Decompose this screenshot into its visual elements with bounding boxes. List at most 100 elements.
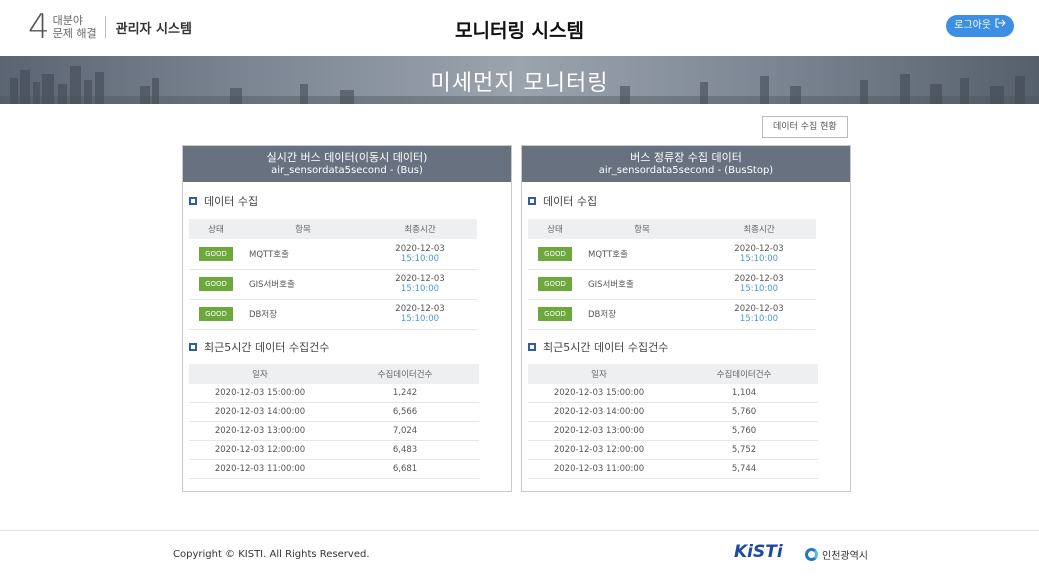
count-cell: 5,760	[670, 421, 818, 441]
count-cell: 5,760	[670, 402, 818, 422]
table-row: 2020-12-03 13:00:00 7,024	[189, 421, 479, 441]
bus-stop-data-panel: 버스 정류장 수집 데이터 air_sensordata5second - (B…	[521, 145, 851, 492]
good-status-badge: GOOD	[538, 246, 572, 261]
date-text: 2020-12-03	[395, 304, 445, 314]
date-cell: 2020-12-03 14:00:00	[189, 402, 331, 422]
count-table: 일자 수집데이터건수 2020-12-03 15:00:00 1,104 2020…	[528, 363, 818, 479]
time-cell: 2020-12-03 15:10:00	[363, 239, 477, 270]
column-header: 상태	[528, 219, 582, 239]
banner-title: 미세먼지 모니터링	[430, 71, 609, 96]
section-title: 최근5시간 데이터 수집건수	[204, 340, 330, 354]
item-cell: MQTT호출	[243, 239, 363, 270]
item-cell: GIS서버호출	[243, 269, 363, 300]
section-square-icon	[528, 197, 536, 205]
collect-table: 상태 항목 최종시간 GOOD MQTT호출 2020-12-03 15:10:0…	[528, 219, 816, 330]
count-cell: 6,483	[331, 440, 479, 460]
table-row: 2020-12-03 11:00:00 6,681	[189, 459, 479, 479]
time-cell: 2020-12-03 15:10:00	[702, 299, 816, 330]
kisti-logo[interactable]: KiSTi	[734, 542, 783, 562]
table-row: 2020-12-03 15:00:00 1,104	[528, 383, 818, 403]
section-title: 데이터 수집	[204, 195, 259, 208]
count-cell: 1,104	[670, 383, 818, 403]
date-cell: 2020-12-03 12:00:00	[189, 440, 331, 460]
column-header: 항목	[582, 219, 702, 239]
count-cell: 5,752	[670, 440, 818, 460]
logout-label: 로그아웃	[954, 20, 991, 31]
count-table: 일자 수집데이터건수 2020-12-03 15:00:00 1,242 2020…	[189, 363, 479, 479]
date-text: 2020-12-03	[395, 243, 445, 254]
count-cell: 5,744	[670, 459, 818, 479]
table-row: GOOD MQTT호출 2020-12-03 15:10:00	[189, 239, 477, 270]
item-cell: DB저장	[582, 299, 702, 330]
section-data-collect: 데이터 수집	[189, 194, 511, 208]
section-title: 최근5시간 데이터 수집건수	[543, 340, 669, 354]
time-text: 15:10:00	[739, 253, 779, 264]
count-cell: 6,681	[331, 459, 479, 479]
table-row: 2020-12-03 12:00:00 6,483	[189, 440, 479, 460]
column-header: 최종시간	[702, 219, 816, 239]
logout-button[interactable]: 로그아웃	[946, 15, 1014, 37]
panel-title: 버스 정류장 수집 데이터	[630, 151, 742, 164]
count-cell: 1,242	[331, 383, 479, 403]
table-row: 2020-12-03 14:00:00 5,760	[528, 402, 818, 422]
logo-text: 대분야 문제 해결	[53, 14, 97, 40]
time-cell: 2020-12-03 15:10:00	[363, 299, 477, 330]
logo-divider	[104, 16, 106, 38]
date-cell: 2020-12-03 13:00:00	[189, 421, 331, 441]
time-text: 15:10:00	[400, 284, 440, 294]
table-row: 2020-12-03 14:00:00 6,566	[189, 402, 479, 422]
logo[interactable]: 4 대분야 문제 해결 관리자 시스템	[28, 10, 192, 44]
time-text: 15:10:00	[739, 314, 779, 324]
date-text: 2020-12-03	[734, 243, 784, 254]
column-header: 수집데이터건수	[670, 363, 818, 384]
column-header: 상태	[189, 219, 243, 239]
section-recent-count: 최근5시간 데이터 수집건수	[189, 340, 511, 354]
section-square-icon	[189, 197, 197, 205]
table-row: 2020-12-03 12:00:00 5,752	[528, 440, 818, 460]
date-cell: 2020-12-03 15:00:00	[528, 383, 670, 403]
admin-label: 관리자 시스템	[115, 21, 192, 37]
table-row: GOOD DB저장 2020-12-03 15:10:00	[528, 299, 816, 330]
item-cell: GIS서버호출	[582, 269, 702, 300]
good-status-badge: GOOD	[199, 277, 233, 291]
table-row: GOOD MQTT호출 2020-12-03 15:10:00	[528, 239, 816, 270]
logo-line2: 문제 해결	[52, 27, 97, 40]
date-text: 2020-12-03	[734, 274, 784, 284]
logout-icon	[995, 15, 1006, 37]
column-header: 일자	[528, 363, 670, 384]
footer-divider	[0, 530, 1039, 531]
date-cell: 2020-12-03 11:00:00	[189, 459, 331, 479]
time-text: 15:10:00	[400, 314, 440, 324]
panel-title: 실시간 버스 데이터(이동시 데이터)	[266, 151, 428, 164]
header: 4 대분야 문제 해결 관리자 시스템 모니터링 시스템 로그아웃	[0, 0, 1039, 56]
time-cell: 2020-12-03 15:10:00	[702, 269, 816, 300]
count-cell: 7,024	[331, 421, 479, 441]
panel-header: 버스 정류장 수집 데이터 air_sensordata5second - (B…	[522, 146, 850, 182]
table-row: GOOD DB저장 2020-12-03 15:10:00	[189, 299, 477, 330]
date-cell: 2020-12-03 11:00:00	[528, 459, 670, 479]
date-cell: 2020-12-03 12:00:00	[528, 440, 670, 460]
bus-data-panel: 실시간 버스 데이터(이동시 데이터) air_sensordata5secon…	[182, 145, 512, 492]
time-cell: 2020-12-03 15:10:00	[363, 269, 477, 300]
incheon-emblem-icon	[805, 548, 818, 561]
good-status-badge: GOOD	[199, 307, 233, 321]
table-row: GOOD GIS서버호출 2020-12-03 15:10:00	[528, 269, 816, 300]
item-cell: DB저장	[243, 299, 363, 330]
section-title: 데이터 수집	[543, 195, 598, 208]
table-row: GOOD GIS서버호출 2020-12-03 15:10:00	[189, 269, 477, 300]
date-text: 2020-12-03	[395, 274, 445, 284]
table-row: 2020-12-03 11:00:00 5,744	[528, 459, 818, 479]
column-header: 수집데이터건수	[331, 363, 479, 384]
count-cell: 6,566	[331, 402, 479, 422]
table-row: 2020-12-03 13:00:00 5,760	[528, 421, 818, 441]
section-data-collect: 데이터 수집	[528, 194, 850, 208]
panel-subtitle: air_sensordata5second - (Bus)	[271, 165, 423, 176]
panel-header: 실시간 버스 데이터(이동시 데이터) air_sensordata5secon…	[183, 146, 511, 182]
table-row: 2020-12-03 15:00:00 1,242	[189, 383, 479, 403]
incheon-logo[interactable]: 인천광역시	[805, 547, 868, 562]
good-status-badge: GOOD	[538, 307, 572, 321]
item-cell: MQTT호출	[582, 239, 702, 270]
good-status-badge: GOOD	[199, 246, 233, 261]
column-header: 일자	[189, 363, 331, 384]
data-collection-status-button[interactable]: 데이터 수집 현황	[762, 116, 848, 138]
